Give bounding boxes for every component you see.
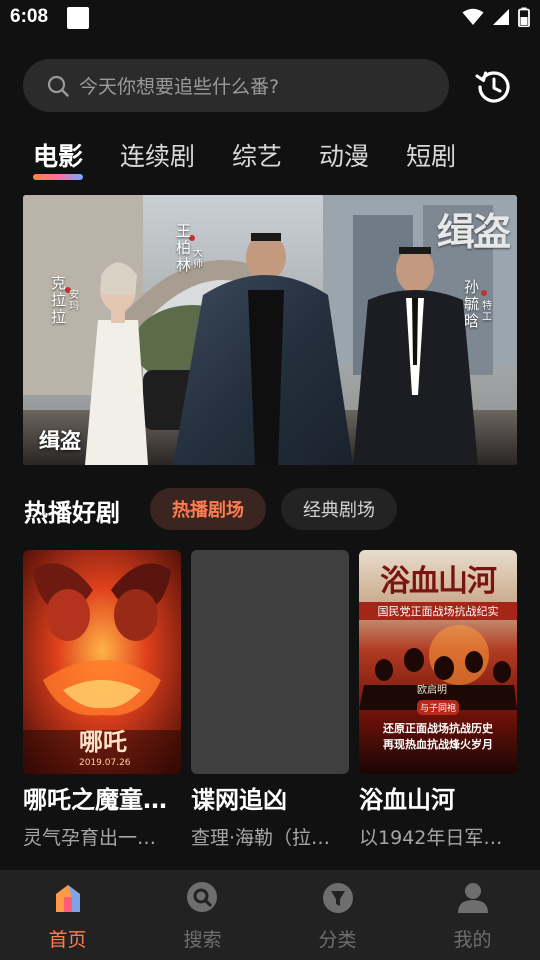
tab-variety[interactable]: 综艺 bbox=[232, 137, 282, 181]
card-subtitle: 查理·海勒（拉… bbox=[191, 827, 331, 849]
status-bar: 6:08 bbox=[0, 0, 540, 38]
profile-icon bbox=[457, 883, 488, 913]
banner-logo-text: 缉盗 bbox=[436, 209, 511, 254]
status-icons bbox=[462, 7, 530, 27]
nav-search[interactable]: 搜索 bbox=[135, 870, 270, 960]
bottom-navigation: 首页 搜索 分类 我的 bbox=[0, 870, 540, 960]
banner-title: 缉盗 bbox=[39, 429, 81, 453]
card-poster: 浴血山河 国民党正面战场抗战纪实 欧启明 与子同袍 还原正面战场抗战历史 再现热… bbox=[359, 550, 517, 774]
status-time: 6:08 bbox=[10, 6, 49, 27]
poster-author: 欧启明 bbox=[417, 685, 447, 696]
card-title: 哪吒之魔童… bbox=[23, 786, 167, 814]
card-subtitle: 灵气孕育出一… bbox=[23, 827, 157, 849]
chip-label: 热播剧场 bbox=[172, 500, 244, 521]
drama-card[interactable]: 谍网追凶 查理·海勒（拉… bbox=[191, 550, 349, 850]
nav-label: 分类 bbox=[318, 929, 357, 951]
nav-home[interactable]: 首页 bbox=[0, 870, 135, 960]
card-title: 浴血山河 bbox=[359, 786, 455, 814]
section-title: 热播好剧 bbox=[24, 499, 120, 527]
poster-line-1: 还原正面战场抗战历史 bbox=[383, 722, 493, 735]
tab-label: 短剧 bbox=[406, 142, 457, 171]
cast-role: 特工 bbox=[482, 301, 492, 323]
cast-role: 安玛 bbox=[69, 290, 79, 312]
poster-title: 浴血山河 bbox=[380, 564, 497, 599]
search-icon bbox=[186, 882, 217, 912]
search-placeholder: 今天你想要追些什么番? bbox=[79, 76, 280, 98]
signal-icon bbox=[493, 9, 509, 25]
drama-card[interactable]: 浴血山河 国民党正面战场抗战纪实 欧启明 与子同袍 还原正面战场抗战历史 再现热… bbox=[359, 550, 517, 850]
card-subtitle: 以1942年日军… bbox=[359, 827, 503, 849]
category-tabs: 电影 连续剧 综艺 动漫 短剧 bbox=[33, 137, 493, 181]
poster-tagline: 国民党正面战场抗战纪实 bbox=[359, 602, 517, 620]
chip-hot-theater[interactable]: 热播剧场 bbox=[150, 488, 266, 530]
nav-label: 我的 bbox=[453, 929, 492, 951]
nav-label: 首页 bbox=[48, 929, 87, 951]
history-button[interactable] bbox=[474, 67, 514, 107]
battery-icon bbox=[518, 7, 530, 27]
chip-classic-theater[interactable]: 经典剧场 bbox=[281, 488, 397, 530]
cast-marker bbox=[481, 290, 487, 296]
nav-label: 搜索 bbox=[183, 929, 222, 951]
search-input[interactable]: 今天你想要追些什么番? bbox=[23, 59, 449, 112]
tab-anime[interactable]: 动漫 bbox=[319, 137, 369, 181]
wifi-icon bbox=[462, 8, 484, 25]
cast-name: 孙毓晗 bbox=[464, 278, 480, 330]
home-icon bbox=[55, 885, 80, 912]
chip-label: 经典剧场 bbox=[303, 500, 375, 521]
featured-banner[interactable]: 缉盗 克拉拉 安玛 王柏林 大师 孙毓晗 特工 缉盗 bbox=[23, 195, 517, 465]
drama-card[interactable]: 哪吒 2019.07.26 哪吒之魔童… 灵气孕育出一… bbox=[23, 550, 181, 850]
cast-name: 王柏林 bbox=[176, 222, 192, 274]
tab-label: 综艺 bbox=[232, 142, 283, 171]
notification-icon bbox=[67, 7, 89, 29]
history-icon bbox=[475, 71, 510, 103]
tab-series[interactable]: 连续剧 bbox=[120, 137, 195, 181]
poster-line-2: 再现热血抗战烽火岁月 bbox=[383, 738, 493, 751]
poster-date: 2019.07.26 bbox=[79, 758, 131, 768]
search-icon bbox=[47, 75, 69, 97]
tab-movie[interactable]: 电影 bbox=[33, 137, 83, 181]
tab-label: 连续剧 bbox=[120, 142, 196, 171]
tab-short-drama[interactable]: 短剧 bbox=[406, 137, 456, 181]
poster-logo: 哪吒 bbox=[79, 727, 127, 756]
cast-role: 大师 bbox=[193, 248, 203, 270]
cast-name: 克拉拉 bbox=[51, 274, 67, 326]
card-poster-placeholder bbox=[191, 550, 349, 774]
tab-label: 电影 bbox=[33, 142, 84, 171]
tab-active-indicator bbox=[33, 174, 83, 180]
poster-badge: 与子同袍 bbox=[417, 700, 460, 715]
tab-label: 动漫 bbox=[319, 142, 370, 171]
card-poster: 哪吒 2019.07.26 bbox=[23, 550, 181, 774]
nav-profile[interactable]: 我的 bbox=[405, 870, 540, 960]
card-title: 谍网追凶 bbox=[191, 786, 287, 814]
nav-category[interactable]: 分类 bbox=[270, 870, 405, 960]
category-icon bbox=[322, 883, 353, 913]
